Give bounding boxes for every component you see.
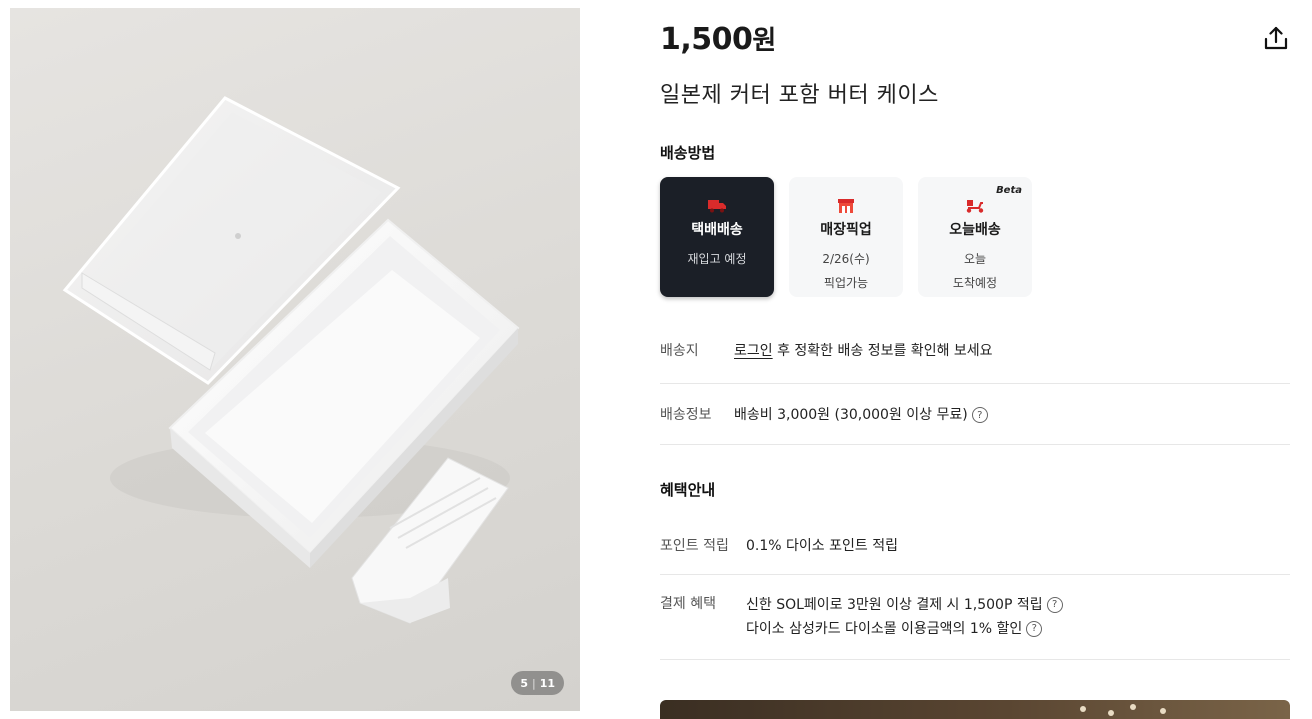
shipping-info-label: 배송정보	[660, 407, 712, 423]
option-name: 택배배송	[691, 222, 743, 238]
store-icon	[837, 197, 855, 215]
image-pager: 5 | 11	[511, 671, 564, 695]
shipping-option-today[interactable]: Beta 오늘배송 오늘 도착예정	[918, 177, 1032, 297]
butter-case-photo	[62, 96, 520, 624]
points-value: 0.1% 다이소 포인트 적립	[746, 538, 898, 554]
shipping-info-value: 배송비 3,000원 (30,000원 이상 무료)?	[734, 404, 988, 424]
shipping-options: 택배배송 재입고 예정 매장픽업 2/26(수) 픽업가능 Beta 오늘배송 …	[660, 177, 1032, 297]
product-image[interactable]: 5 | 11	[10, 8, 580, 711]
destination-label: 배송지	[660, 343, 699, 359]
banner-decoration	[1080, 706, 1086, 712]
shipping-destination-row: 배송지 로그인 후 정확한 배송 정보를 확인해 보세요	[660, 340, 1290, 364]
promo-banner[interactable]	[660, 700, 1290, 719]
pager-separator: |	[531, 676, 536, 690]
option-name: 매장픽업	[820, 222, 872, 238]
price-number: 1,500	[660, 22, 753, 57]
payment-label: 결제 혜택	[660, 596, 716, 612]
option-status: 2/26(수) 픽업가능	[822, 252, 870, 290]
points-label: 포인트 적립	[660, 538, 729, 554]
help-icon[interactable]: ?	[1046, 597, 1063, 613]
points-row: 포인트 적립 0.1% 다이소 포인트 적립	[660, 535, 1290, 559]
divider	[660, 383, 1290, 384]
banner-decoration	[1130, 704, 1136, 710]
payment-benefit-2: 다이소 삼성카드 다이소몰 이용금액의 1% 할인?	[746, 617, 1063, 641]
banner-decoration	[1160, 708, 1166, 714]
option-name: 오늘배송	[949, 222, 1001, 238]
option-status: 재입고 예정	[687, 252, 747, 266]
login-link[interactable]: 로그인	[734, 343, 773, 359]
destination-value: 로그인 후 정확한 배송 정보를 확인해 보세요	[734, 340, 993, 360]
shipping-option-pickup[interactable]: 매장픽업 2/26(수) 픽업가능	[789, 177, 903, 297]
divider	[660, 659, 1290, 660]
scooter-icon	[965, 197, 985, 215]
help-icon[interactable]: ?	[971, 407, 988, 423]
share-icon	[1264, 26, 1288, 50]
divider	[660, 574, 1290, 575]
shipping-option-delivery[interactable]: 택배배송 재입고 예정	[660, 177, 774, 297]
truck-icon	[707, 197, 727, 215]
pager-total: 11	[539, 676, 555, 690]
shipping-fee-text: 배송비 3,000원 (30,000원 이상 무료)	[734, 407, 968, 423]
product-price: 1,500원	[660, 20, 776, 57]
payment-value: 신한 SOL페이로 3만원 이상 결제 시 1,500P 적립? 다이소 삼성카…	[746, 593, 1063, 641]
divider	[660, 444, 1290, 445]
product-info-panel: 1,500원 일본제 커터 포함 버터 케이스 배송방법 택배배송 재입고 예정…	[660, 0, 1290, 719]
help-icon[interactable]: ?	[1026, 621, 1043, 637]
payment-benefit-row: 결제 혜택 신한 SOL페이로 3만원 이상 결제 시 1,500P 적립? 다…	[660, 593, 1290, 645]
payment-benefit-1: 신한 SOL페이로 3만원 이상 결제 시 1,500P 적립?	[746, 593, 1063, 617]
destination-text: 후 정확한 배송 정보를 확인해 보세요	[772, 343, 993, 359]
shipping-method-heading: 배송방법	[660, 144, 716, 162]
banner-decoration	[1108, 710, 1114, 716]
benefits-heading: 혜택안내	[660, 481, 716, 499]
beta-badge: Beta	[996, 185, 1022, 196]
share-button[interactable]	[1262, 24, 1290, 52]
shipping-info-row: 배송정보 배송비 3,000원 (30,000원 이상 무료)?	[660, 404, 1290, 428]
option-status: 오늘 도착예정	[952, 252, 998, 290]
product-title: 일본제 커터 포함 버터 케이스	[660, 83, 939, 108]
price-unit: 원	[752, 26, 776, 56]
pager-current: 5	[520, 676, 528, 690]
